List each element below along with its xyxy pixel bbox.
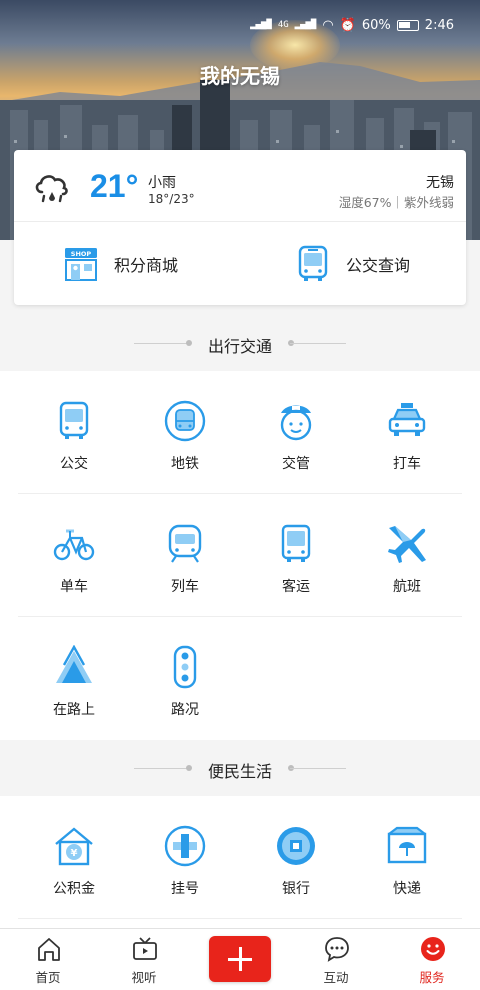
service-label: 地铁 (171, 456, 199, 472)
weather-panel[interactable]: 21° 小雨 18°/23° 无锡 湿度67%｜紫外线弱 (14, 150, 466, 222)
grid-row: 公交 地铁 交管 打车 (0, 371, 480, 494)
service-label: 公交 (60, 456, 88, 472)
status-bar: ▂▄▆█ 4G ▂▄▆█ ◠ ⏰ 60% 2:46 (0, 0, 480, 56)
grid-row: 单车 列车 客运 航班 (0, 494, 480, 617)
chat-icon (325, 937, 349, 962)
train-icon (168, 524, 202, 563)
weather-city: 无锡 (426, 175, 454, 191)
metro-icon (164, 400, 206, 442)
service-label: 路况 (171, 702, 199, 718)
traffic-police-icon (280, 405, 312, 441)
parcel-icon (387, 826, 427, 864)
airplane-icon (388, 526, 426, 563)
bank-coin-icon (277, 827, 315, 865)
tab-home[interactable]: 首页 (0, 929, 96, 990)
tab-label: 视听 (131, 970, 157, 985)
grid-row: ¥ 公积金 挂号 银行 快递 (0, 796, 480, 919)
service-label: 航班 (393, 579, 421, 595)
section-title: 出行交通 (207, 337, 272, 356)
svg-text:SHOP: SHOP (71, 250, 92, 258)
tab-label: 首页 (35, 970, 61, 985)
alarm-icon: ⏰ (339, 18, 356, 33)
tab-interact[interactable]: 互动 (288, 929, 384, 990)
service-label: 快递 (393, 881, 421, 897)
network-label: 4G (277, 20, 289, 30)
life-grid: ¥ 公积金 挂号 银行 快递 (0, 796, 480, 928)
temperature-range: 18°/23° (148, 192, 195, 206)
service-housing-fund[interactable]: ¥ 公积金 (14, 796, 134, 919)
service-registration[interactable]: 挂号 (125, 796, 245, 919)
plus-icon[interactable] (209, 936, 271, 982)
service-label: 银行 (282, 881, 310, 897)
service-label: 挂号 (171, 881, 199, 897)
service-traffic[interactable]: 路况 (125, 617, 245, 740)
medical-cross-icon (164, 825, 206, 867)
traffic-light-icon (173, 645, 197, 689)
signal-icon-2: ▂▄▆█ (294, 20, 317, 30)
quick-links: SHOP 积分商城 公交查询 (14, 222, 466, 305)
tab-media[interactable]: 视听 (96, 929, 192, 990)
tv-icon (133, 937, 157, 960)
service-label: 在路上 (53, 702, 95, 718)
service-traffic-police[interactable]: 交管 (236, 371, 356, 494)
section-header-life: 便民生活 (0, 740, 480, 796)
svg-text:¥: ¥ (71, 848, 78, 859)
home-icon (38, 938, 60, 961)
page-title: 我的无锡 (200, 64, 280, 88)
bicycle-icon (53, 529, 95, 561)
service-bank[interactable]: 银行 (236, 796, 356, 919)
service-train[interactable]: 列车 (125, 494, 245, 617)
service-label: 交管 (282, 456, 310, 472)
taxi-icon (388, 403, 426, 436)
smile-icon (421, 937, 445, 961)
battery-icon (396, 20, 419, 31)
road-icon (56, 645, 92, 683)
tab-services[interactable]: 服务 (384, 929, 480, 990)
service-coach[interactable]: 客运 (236, 494, 356, 617)
bus-query-label: 公交查询 (346, 256, 411, 275)
section-header-transport: 出行交通 (0, 315, 480, 371)
section-title: 便民生活 (207, 762, 272, 781)
service-label: 单车 (60, 579, 88, 595)
bus-icon (59, 401, 89, 439)
cloud-rain-icon (35, 175, 68, 203)
points-mall-label: 积分商城 (114, 256, 179, 275)
service-label: 客运 (282, 579, 310, 595)
service-metro[interactable]: 地铁 (125, 371, 245, 494)
shop-icon: SHOP (65, 248, 97, 281)
coach-icon (281, 524, 311, 562)
service-on-road[interactable]: 在路上 (14, 617, 134, 740)
clock: 2:46 (424, 18, 454, 33)
weather-detail: 湿度67%｜紫外线弱 (338, 195, 454, 210)
weather-card: 21° 小雨 18°/23° 无锡 湿度67%｜紫外线弱 SHOP 积分商城 公… (14, 150, 466, 305)
service-label: 公积金 (53, 881, 95, 897)
service-bus[interactable]: 公交 (14, 371, 134, 494)
signal-icon: ▂▄▆█ (250, 20, 272, 30)
service-label: 列车 (171, 579, 199, 595)
transport-grid: 公交 地铁 交管 打车 单车 列车 客运 航班 在路上 路况 (0, 371, 480, 740)
housing-fund-icon: ¥ (55, 827, 93, 866)
weather-condition: 小雨 (148, 175, 176, 191)
tab-label: 互动 (323, 970, 349, 985)
service-flight[interactable]: 航班 (347, 494, 467, 617)
bus-icon (298, 245, 328, 281)
grid-row: 在路上 路况 (0, 617, 480, 740)
wifi-icon: ◠ (322, 18, 334, 33)
service-express[interactable]: 快递 (347, 796, 467, 919)
service-bicycle[interactable]: 单车 (14, 494, 134, 617)
service-label: 打车 (393, 456, 421, 472)
battery-percent: 60% (361, 18, 391, 33)
service-taxi[interactable]: 打车 (347, 371, 467, 494)
points-mall-link[interactable]: SHOP 积分商城 (62, 244, 178, 284)
temperature: 21° (90, 168, 139, 204)
bus-query-link[interactable]: 公交查询 (294, 244, 410, 284)
tab-label: 服务 (419, 970, 445, 985)
